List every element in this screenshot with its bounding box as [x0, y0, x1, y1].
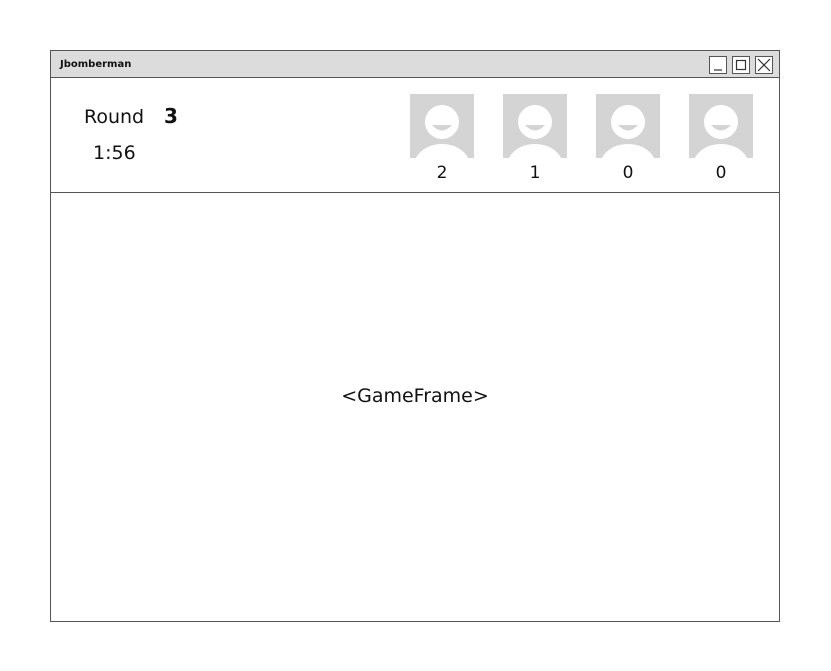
maximize-button[interactable]: [732, 56, 750, 74]
user-avatar-icon: [503, 94, 567, 158]
maximize-icon: [735, 59, 747, 71]
round-number: 3: [164, 104, 178, 128]
minimize-button[interactable]: [709, 56, 727, 74]
player-score: 0: [715, 163, 727, 183]
user-avatar-icon: [410, 94, 474, 158]
app-window: Jbomberman Round 3 1:56 2 1 0 0 <GameFra…: [50, 50, 780, 622]
round-timer: 1:56: [93, 142, 136, 164]
player-score: 1: [529, 163, 541, 183]
title-bar[interactable]: Jbomberman: [51, 51, 779, 78]
player-card-3: 0: [596, 94, 660, 190]
round-label: Round: [84, 106, 145, 128]
player-score: 2: [436, 163, 448, 183]
window-title: Jbomberman: [60, 59, 132, 70]
user-avatar-icon: [596, 94, 660, 158]
game-frame-placeholder: <GameFrame>: [341, 385, 489, 407]
player-card-1: 2: [410, 94, 474, 190]
close-icon: [757, 58, 771, 72]
game-frame[interactable]: <GameFrame>: [51, 193, 779, 621]
player-card-4: 0: [689, 94, 753, 190]
game-header: Round 3 1:56 2 1 0 0: [51, 78, 779, 193]
player-score: 0: [622, 163, 634, 183]
player-card-2: 1: [503, 94, 567, 190]
close-button[interactable]: [755, 56, 773, 74]
minimize-icon: [714, 69, 722, 71]
user-avatar-icon: [689, 94, 753, 158]
